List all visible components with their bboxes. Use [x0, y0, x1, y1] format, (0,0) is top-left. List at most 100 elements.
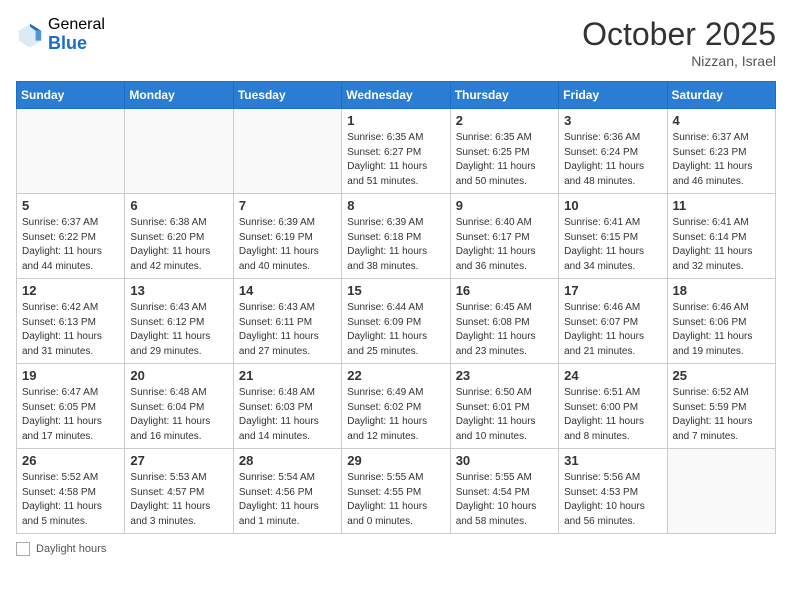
day-number: 30	[456, 453, 553, 468]
day-info: Sunrise: 5:55 AM Sunset: 4:54 PM Dayligh…	[456, 471, 553, 529]
day-number: 25	[673, 368, 770, 383]
location: Nizzan, Israel	[582, 53, 776, 69]
calendar-cell: 11 Sunrise: 6:41 AM Sunset: 6:14 PM Dayli…	[667, 194, 775, 279]
day-number: 3	[564, 113, 661, 128]
calendar-cell: 18Sunrise: 6:46 AM Sunset: 6:06 PM Dayli…	[667, 279, 775, 364]
day-number: 10	[564, 198, 661, 213]
daylight-label: Daylight hours	[36, 543, 106, 555]
day-info: Sunrise: 6:48 AM Sunset: 6:03 PM Dayligh…	[239, 386, 336, 444]
calendar-cell: 10 Sunrise: 6:41 AM Sunset: 6:15 PM Dayli…	[559, 194, 667, 279]
day-number: 4	[673, 113, 770, 128]
logo-text: General Blue	[48, 16, 105, 53]
title-block: October 2025 Nizzan, Israel	[582, 16, 776, 69]
day-number: 24	[564, 368, 661, 383]
day-info: Sunrise: 6:35 AM Sunset: 6:27 PM Dayligh…	[347, 131, 444, 189]
calendar-week-3: 19Sunrise: 6:47 AM Sunset: 6:05 PM Dayli…	[17, 364, 776, 449]
month-title: October 2025	[582, 16, 776, 53]
page-header: General Blue October 2025 Nizzan, Israel	[16, 16, 776, 69]
day-number: 5	[22, 198, 119, 213]
day-info: Sunrise: 6:37 AM Sunset: 6:23 PM Dayligh…	[673, 131, 770, 189]
day-number: 12	[22, 283, 119, 298]
calendar-cell: 27Sunrise: 5:53 AM Sunset: 4:57 PM Dayli…	[125, 449, 233, 534]
calendar-cell: 29 Sunrise: 5:55 AM Sunset: 4:55 PM Dayli…	[342, 449, 450, 534]
calendar-cell: 16 Sunrise: 6:45 AM Sunset: 6:08 PM Dayli…	[450, 279, 558, 364]
calendar-cell: 2 Sunrise: 6:35 AM Sunset: 6:25 PM Daylig…	[450, 109, 558, 194]
calendar-cell: 7Sunrise: 6:39 AM Sunset: 6:19 PM Daylig…	[233, 194, 341, 279]
day-number: 22	[347, 368, 444, 383]
daylight-box	[16, 542, 30, 556]
calendar-cell: 6 Sunrise: 6:38 AM Sunset: 6:20 PM Daylig…	[125, 194, 233, 279]
day-number: 13	[130, 283, 227, 298]
day-number: 15	[347, 283, 444, 298]
day-number: 26	[22, 453, 119, 468]
weekday-header-row: SundayMondayTuesdayWednesdayThursdayFrid…	[17, 82, 776, 109]
day-info: Sunrise: 6:36 AM Sunset: 6:24 PM Dayligh…	[564, 131, 661, 189]
calendar-cell: 28 Sunrise: 5:54 AM Sunset: 4:56 PM Dayli…	[233, 449, 341, 534]
calendar-cell: 19Sunrise: 6:47 AM Sunset: 6:05 PM Dayli…	[17, 364, 125, 449]
weekday-friday: Friday	[559, 82, 667, 109]
logo: General Blue	[16, 16, 105, 53]
calendar-cell: 5 Sunrise: 6:37 AM Sunset: 6:22 PM Daylig…	[17, 194, 125, 279]
calendar-cell: 1 Sunrise: 6:35 AM Sunset: 6:27 PM Daylig…	[342, 109, 450, 194]
calendar-cell	[17, 109, 125, 194]
day-info: Sunrise: 6:41 AM Sunset: 6:14 PM Dayligh…	[673, 216, 770, 274]
day-number: 16	[456, 283, 553, 298]
day-number: 6	[130, 198, 227, 213]
calendar-cell: 12 Sunrise: 6:42 AM Sunset: 6:13 PM Dayli…	[17, 279, 125, 364]
day-info: Sunrise: 6:52 AM Sunset: 5:59 PM Dayligh…	[673, 386, 770, 444]
calendar-cell: 23Sunrise: 6:50 AM Sunset: 6:01 PM Dayli…	[450, 364, 558, 449]
logo-icon	[16, 21, 44, 49]
calendar-cell: 30 Sunrise: 5:55 AM Sunset: 4:54 PM Dayli…	[450, 449, 558, 534]
day-number: 9	[456, 198, 553, 213]
day-number: 29	[347, 453, 444, 468]
calendar-cell: 13Sunrise: 6:43 AM Sunset: 6:12 PM Dayli…	[125, 279, 233, 364]
day-number: 11	[673, 198, 770, 213]
calendar-cell: 8Sunrise: 6:39 AM Sunset: 6:18 PM Daylig…	[342, 194, 450, 279]
day-number: 20	[130, 368, 227, 383]
logo-general: General	[48, 16, 105, 34]
calendar-cell	[125, 109, 233, 194]
day-number: 14	[239, 283, 336, 298]
day-info: Sunrise: 6:45 AM Sunset: 6:08 PM Dayligh…	[456, 301, 553, 359]
day-info: Sunrise: 6:37 AM Sunset: 6:22 PM Dayligh…	[22, 216, 119, 274]
day-number: 19	[22, 368, 119, 383]
calendar-week-4: 26Sunrise: 5:52 AM Sunset: 4:58 PM Dayli…	[17, 449, 776, 534]
calendar-cell: 14 Sunrise: 6:43 AM Sunset: 6:11 PM Dayli…	[233, 279, 341, 364]
day-number: 17	[564, 283, 661, 298]
calendar-cell: 24 Sunrise: 6:51 AM Sunset: 6:00 PM Dayli…	[559, 364, 667, 449]
day-number: 1	[347, 113, 444, 128]
day-number: 27	[130, 453, 227, 468]
footer: Daylight hours	[16, 542, 776, 556]
day-info: Sunrise: 6:42 AM Sunset: 6:13 PM Dayligh…	[22, 301, 119, 359]
calendar-cell: 21Sunrise: 6:48 AM Sunset: 6:03 PM Dayli…	[233, 364, 341, 449]
day-info: Sunrise: 5:55 AM Sunset: 4:55 PM Dayligh…	[347, 471, 444, 529]
calendar-cell: 3 Sunrise: 6:36 AM Sunset: 6:24 PM Daylig…	[559, 109, 667, 194]
weekday-wednesday: Wednesday	[342, 82, 450, 109]
day-info: Sunrise: 6:51 AM Sunset: 6:00 PM Dayligh…	[564, 386, 661, 444]
logo-blue: Blue	[48, 34, 105, 54]
day-number: 2	[456, 113, 553, 128]
day-info: Sunrise: 6:38 AM Sunset: 6:20 PM Dayligh…	[130, 216, 227, 274]
day-info: Sunrise: 6:40 AM Sunset: 6:17 PM Dayligh…	[456, 216, 553, 274]
weekday-sunday: Sunday	[17, 82, 125, 109]
calendar-cell: 20 Sunrise: 6:48 AM Sunset: 6:04 PM Dayli…	[125, 364, 233, 449]
day-number: 28	[239, 453, 336, 468]
day-info: Sunrise: 5:54 AM Sunset: 4:56 PM Dayligh…	[239, 471, 336, 529]
day-info: Sunrise: 6:43 AM Sunset: 6:11 PM Dayligh…	[239, 301, 336, 359]
day-info: Sunrise: 6:41 AM Sunset: 6:15 PM Dayligh…	[564, 216, 661, 274]
day-info: Sunrise: 6:35 AM Sunset: 6:25 PM Dayligh…	[456, 131, 553, 189]
calendar-cell: 9 Sunrise: 6:40 AM Sunset: 6:17 PM Daylig…	[450, 194, 558, 279]
day-number: 31	[564, 453, 661, 468]
day-info: Sunrise: 6:39 AM Sunset: 6:18 PM Dayligh…	[347, 216, 444, 274]
day-info: Sunrise: 6:44 AM Sunset: 6:09 PM Dayligh…	[347, 301, 444, 359]
calendar-cell: 26Sunrise: 5:52 AM Sunset: 4:58 PM Dayli…	[17, 449, 125, 534]
calendar-cell: 31 Sunrise: 5:56 AM Sunset: 4:53 PM Dayli…	[559, 449, 667, 534]
day-info: Sunrise: 6:39 AM Sunset: 6:19 PM Dayligh…	[239, 216, 336, 274]
calendar-table: SundayMondayTuesdayWednesdayThursdayFrid…	[16, 81, 776, 534]
day-info: Sunrise: 5:56 AM Sunset: 4:53 PM Dayligh…	[564, 471, 661, 529]
calendar-cell	[233, 109, 341, 194]
weekday-monday: Monday	[125, 82, 233, 109]
day-info: Sunrise: 6:50 AM Sunset: 6:01 PM Dayligh…	[456, 386, 553, 444]
day-info: Sunrise: 6:49 AM Sunset: 6:02 PM Dayligh…	[347, 386, 444, 444]
day-info: Sunrise: 6:48 AM Sunset: 6:04 PM Dayligh…	[130, 386, 227, 444]
